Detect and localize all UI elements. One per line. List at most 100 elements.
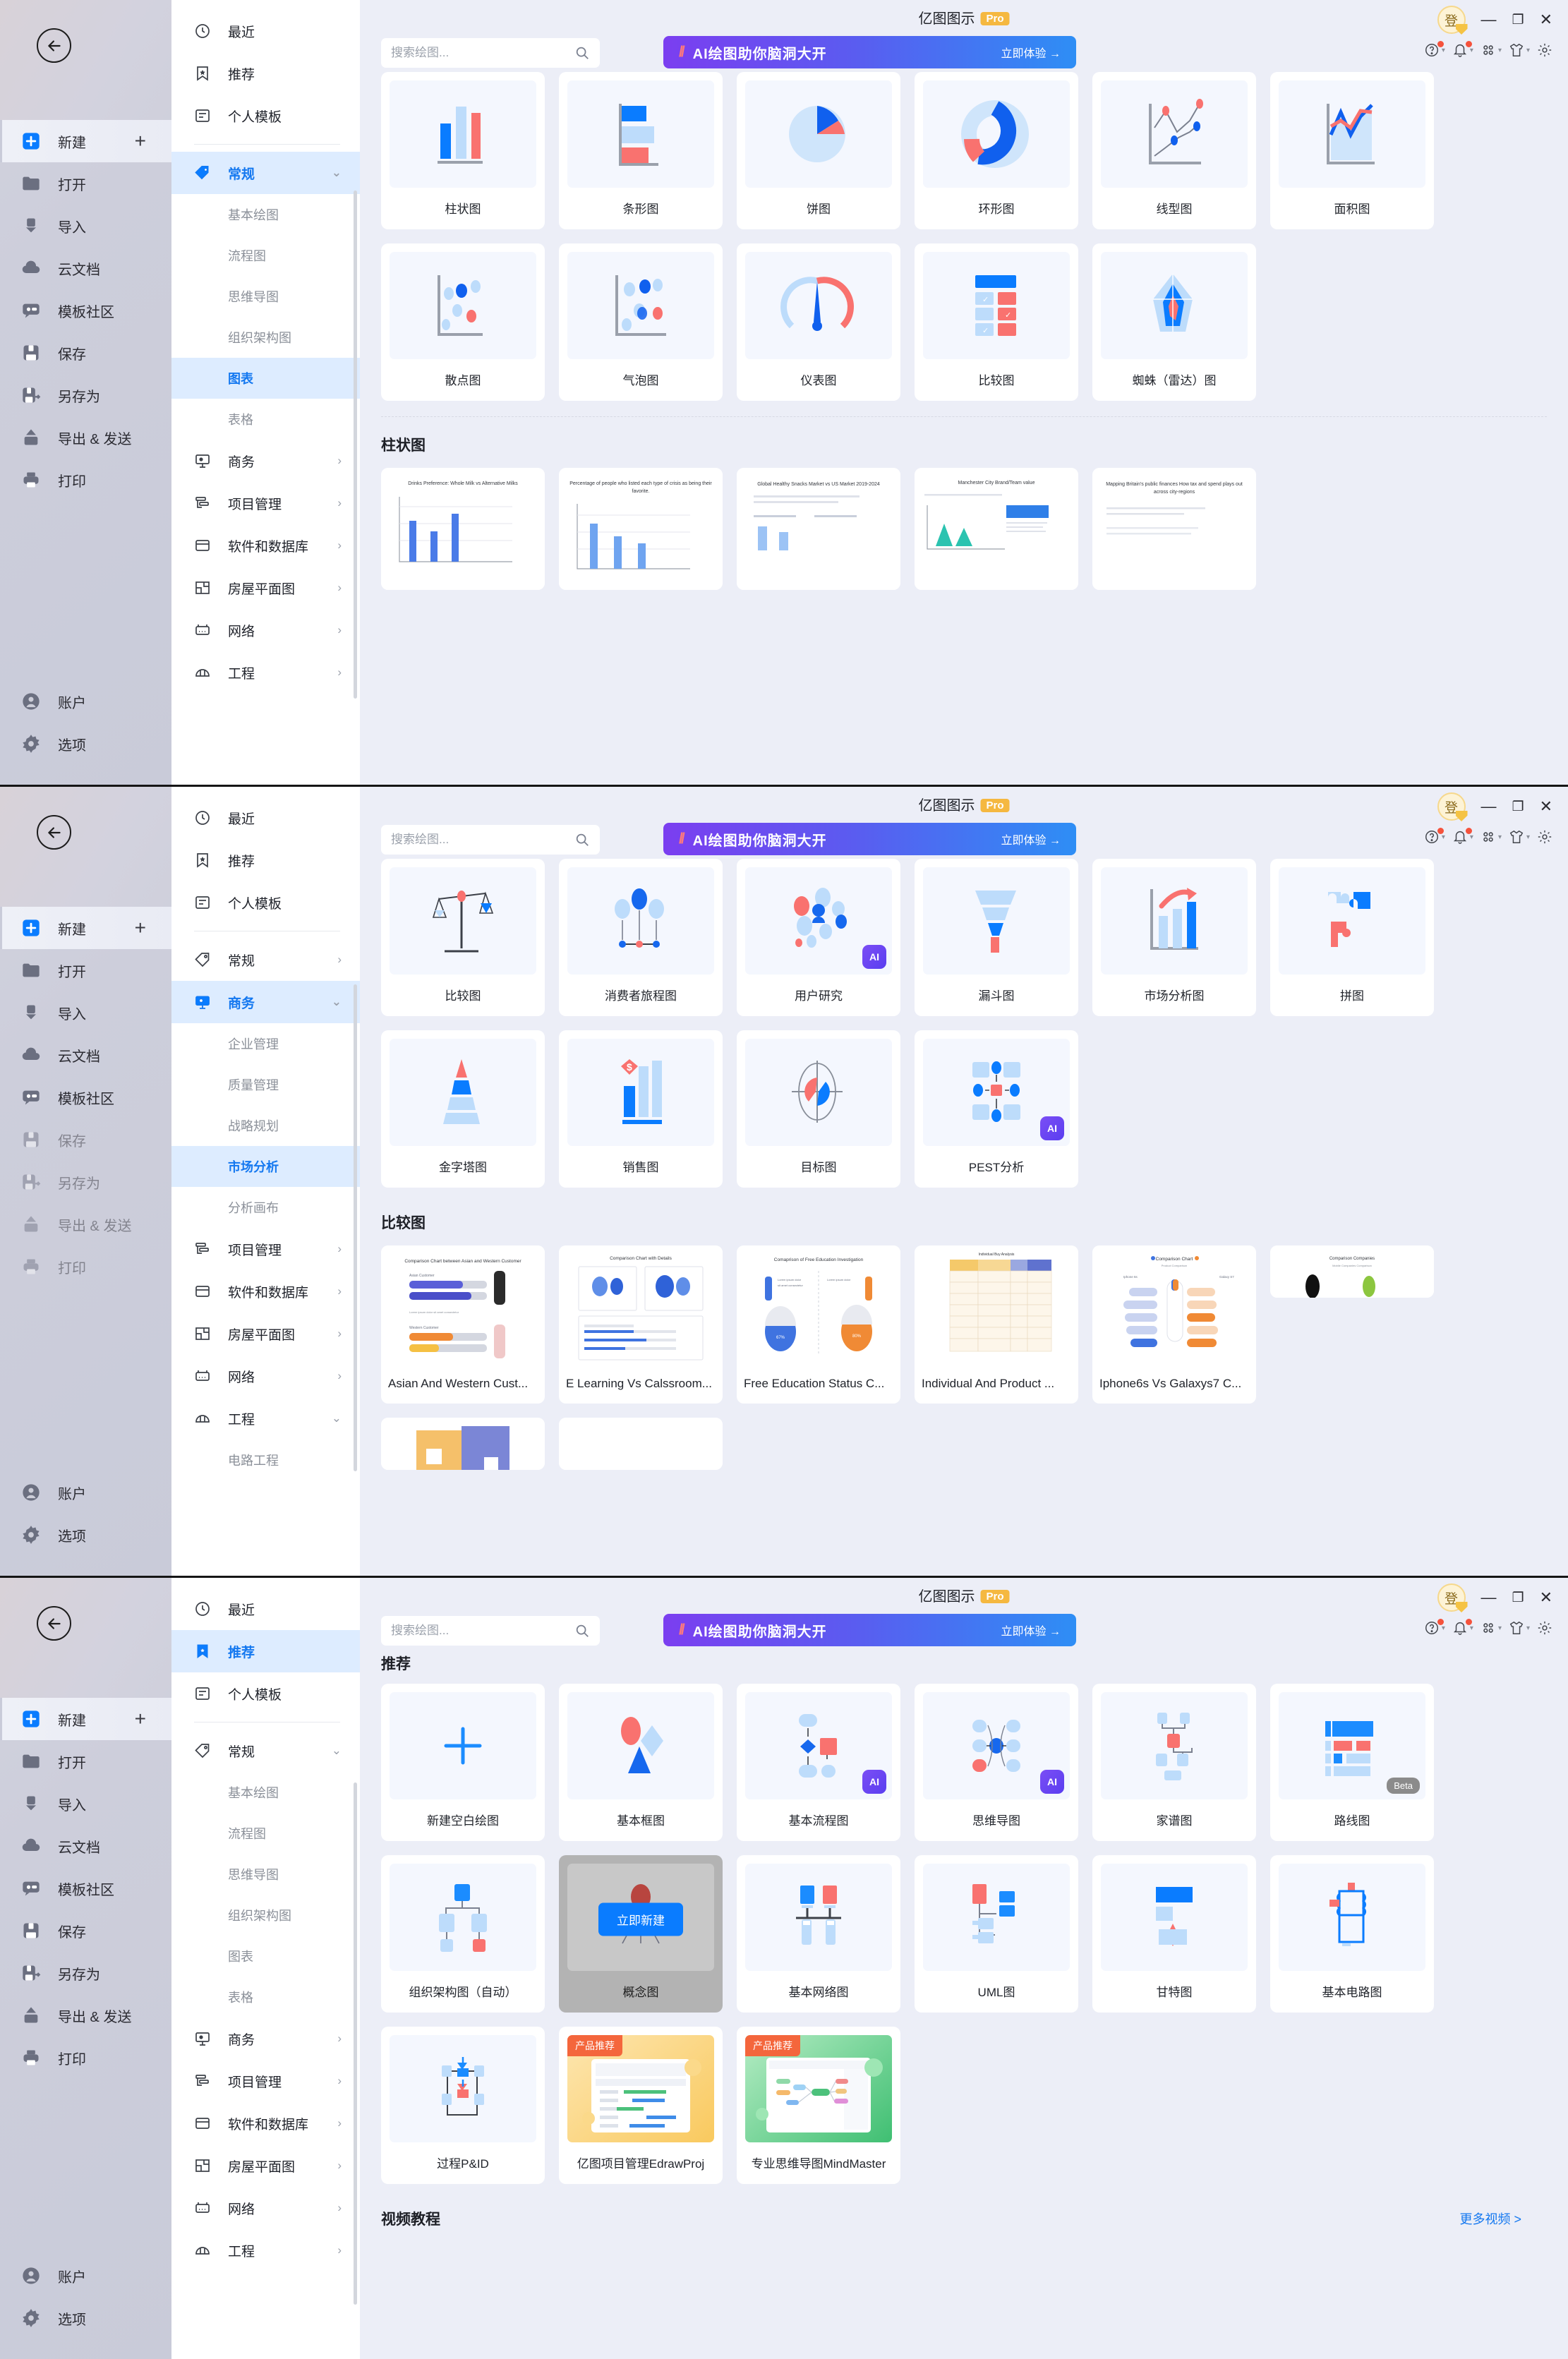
rail-item-import[interactable]: 导入 <box>0 991 171 1034</box>
gear-icon[interactable] <box>1537 1620 1552 1636</box>
gear-icon[interactable] <box>1537 42 1552 58</box>
nav-group-business[interactable]: 商务 › <box>171 440 360 482</box>
rec-card-basicnetwork[interactable]: 基本网络图 <box>737 1855 900 2013</box>
rail-item-new[interactable]: 新建 + <box>0 1698 171 1740</box>
biz-card-target[interactable]: 目标图 <box>737 1030 900 1188</box>
chart-card-line[interactable]: 线型图 <box>1092 72 1256 229</box>
nav-group-general[interactable]: 常规 › <box>171 939 360 981</box>
rec-card-concept[interactable]: 立即新建 概念图 <box>559 1855 723 2013</box>
search-input[interactable] <box>391 833 574 847</box>
biz-card-funnel[interactable]: 漏斗图 <box>915 859 1078 1016</box>
nav-group-business[interactable]: 商务 › <box>171 2017 360 2060</box>
rail-item-cloud[interactable]: 云文档 <box>0 1034 171 1076</box>
biz-card-journey[interactable]: 消费者旅程图 <box>559 859 723 1016</box>
maximize-button[interactable]: ❐ <box>1512 800 1524 814</box>
rail-item-community[interactable]: 模板社区 <box>0 289 171 332</box>
search-input[interactable] <box>391 1624 574 1638</box>
template-card[interactable]: Individual Buy Analysis Individual And P… <box>915 1245 1078 1404</box>
rec-card-edrawproj[interactable]: 产品推荐 亿图项目管理EdrawProj <box>559 2027 723 2184</box>
back-button[interactable] <box>37 815 71 850</box>
nav-group-network[interactable]: 网络 › <box>171 2187 360 2229</box>
biz-card-pest[interactable]: AI PEST分析 <box>915 1030 1078 1188</box>
chart-card-scatter[interactable]: 散点图 <box>381 243 545 401</box>
help-icon[interactable]: ▾ <box>1424 41 1445 58</box>
nav-sub-circuit-engineering[interactable]: 电路工程 <box>171 1440 360 1480</box>
maximize-button[interactable]: ❐ <box>1512 13 1524 27</box>
rail-item-save-as[interactable]: 另存为 <box>0 1161 171 1203</box>
nav-item-recent[interactable]: 最近 <box>171 1588 360 1630</box>
gear-icon[interactable] <box>1537 829 1552 845</box>
rail-item-options[interactable]: 选项 <box>0 2297 171 2339</box>
rail-item-print[interactable]: 打印 <box>0 1245 171 1288</box>
login-badge[interactable]: 登 <box>1437 792 1466 821</box>
nav-group-project[interactable]: 项目管理 › <box>171 1228 360 1270</box>
recommend-gallery[interactable]: 推荐 新建空白绘图 基本框图 AI 基本流程图 AI 思维导图 家谱图 Beta… <box>360 1650 1568 2359</box>
ai-banner-cta[interactable]: 立即体验 → <box>1001 1622 1061 1639</box>
chart-card-bar[interactable]: 条形图 <box>559 72 723 229</box>
nav-sub-orgchart[interactable]: 组织架构图 <box>171 1895 360 1936</box>
apps-icon[interactable]: ▾ <box>1480 1620 1502 1636</box>
search-box[interactable] <box>381 825 600 855</box>
nav-item-personal-template[interactable]: 个人模板 <box>171 1672 360 1715</box>
rail-item-export[interactable]: 导出 & 发送 <box>0 1203 171 1245</box>
nav-item-recommend[interactable]: 推荐 <box>171 1630 360 1672</box>
nav-group-general[interactable]: 常规 ⌄ <box>171 152 360 194</box>
help-icon[interactable]: ▾ <box>1424 1619 1445 1636</box>
rail-item-save-as[interactable]: 另存为 <box>0 374 171 416</box>
search-icon[interactable] <box>574 832 590 847</box>
apps-icon[interactable]: ▾ <box>1480 42 1502 58</box>
apps-icon[interactable]: ▾ <box>1480 829 1502 845</box>
minimize-button[interactable]: — <box>1481 12 1497 28</box>
rec-card-roadmap[interactable]: Beta 路线图 <box>1270 1684 1434 1841</box>
ai-banner-cta[interactable]: 立即体验 → <box>1001 831 1061 847</box>
business-gallery[interactable]: 比较图 消费者旅程图 AI 用户研究 漏斗图 市场分析图 拼图 金字塔图 $ 销… <box>360 859 1568 1576</box>
help-icon[interactable]: ▾ <box>1424 828 1445 845</box>
create-now-button[interactable]: 立即新建 <box>598 1902 683 1936</box>
nav-sub-orgchart[interactable]: 组织架构图 <box>171 317 360 358</box>
rec-card-gantt[interactable]: 甘特图 <box>1092 1855 1256 2013</box>
shirt-icon[interactable]: ▾ <box>1509 42 1530 58</box>
nav-sub-flowchart[interactable]: 流程图 <box>171 1813 360 1854</box>
template-card[interactable] <box>559 1418 723 1470</box>
rail-item-print[interactable]: 打印 <box>0 459 171 501</box>
search-box[interactable] <box>381 38 600 68</box>
back-button[interactable] <box>37 28 71 63</box>
search-box[interactable] <box>381 1616 600 1646</box>
ai-banner[interactable]: // AI绘图助你脑洞大开 立即体验 → <box>663 1614 1076 1646</box>
nav-group-database[interactable]: 软件和数据库 › <box>171 524 360 567</box>
rail-item-print[interactable]: 打印 <box>0 2037 171 2079</box>
rail-item-export[interactable]: 导出 & 发送 <box>0 1994 171 2037</box>
chart-card-bubble[interactable]: 气泡图 <box>559 243 723 401</box>
nav-group-project[interactable]: 项目管理 › <box>171 2060 360 2102</box>
rec-card-orgauto[interactable]: 组织架构图（自动） <box>381 1855 545 2013</box>
rail-item-community[interactable]: 模板社区 <box>0 1076 171 1118</box>
biz-card-sales[interactable]: $ 销售图 <box>559 1030 723 1188</box>
new-add-button[interactable]: + <box>135 130 146 152</box>
template-card[interactable]: Drinks Preference: Whole Milk vs Alterna… <box>381 468 545 590</box>
rec-card-flowchart[interactable]: AI 基本流程图 <box>737 1684 900 1841</box>
rec-card-genogram[interactable]: 家谱图 <box>1092 1684 1256 1841</box>
nav-item-recent[interactable]: 最近 <box>171 10 360 52</box>
rail-item-save[interactable]: 保存 <box>0 332 171 374</box>
nav-item-personal-template[interactable]: 个人模板 <box>171 881 360 924</box>
biz-card-market-analysis[interactable]: 市场分析图 <box>1092 859 1256 1016</box>
rail-item-community[interactable]: 模板社区 <box>0 1867 171 1909</box>
rec-card-mindmap[interactable]: AI 思维导图 <box>915 1684 1078 1841</box>
rail-item-import[interactable]: 导入 <box>0 205 171 247</box>
nav-group-project[interactable]: 项目管理 › <box>171 482 360 524</box>
nav-scrollbar[interactable] <box>354 1782 357 2305</box>
nav-sub-strategy[interactable]: 战略规划 <box>171 1105 360 1146</box>
rail-item-account[interactable]: 账户 <box>0 680 171 723</box>
rail-item-cloud[interactable]: 云文档 <box>0 1825 171 1867</box>
nav-sub-mindmap[interactable]: 思维导图 <box>171 276 360 317</box>
shirt-icon[interactable]: ▾ <box>1509 1620 1530 1636</box>
minimize-button[interactable]: — <box>1481 1590 1497 1605</box>
nav-group-engineering[interactable]: 工程 › <box>171 2229 360 2271</box>
chart-gallery[interactable]: 柱状图 条形图 饼图 环形图 线型图 面积图 散点图 气泡图 仪表图 ✓ ✓ ✓… <box>360 72 1568 785</box>
rec-card-uml[interactable]: UML图 <box>915 1855 1078 2013</box>
nav-sub-enterprise[interactable]: 企业管理 <box>171 1023 360 1064</box>
biz-card-comparison[interactable]: 比较图 <box>381 859 545 1016</box>
nav-sub-tables[interactable]: 表格 <box>171 399 360 440</box>
rail-item-cloud[interactable]: 云文档 <box>0 247 171 289</box>
nav-scrollbar[interactable] <box>354 191 357 699</box>
